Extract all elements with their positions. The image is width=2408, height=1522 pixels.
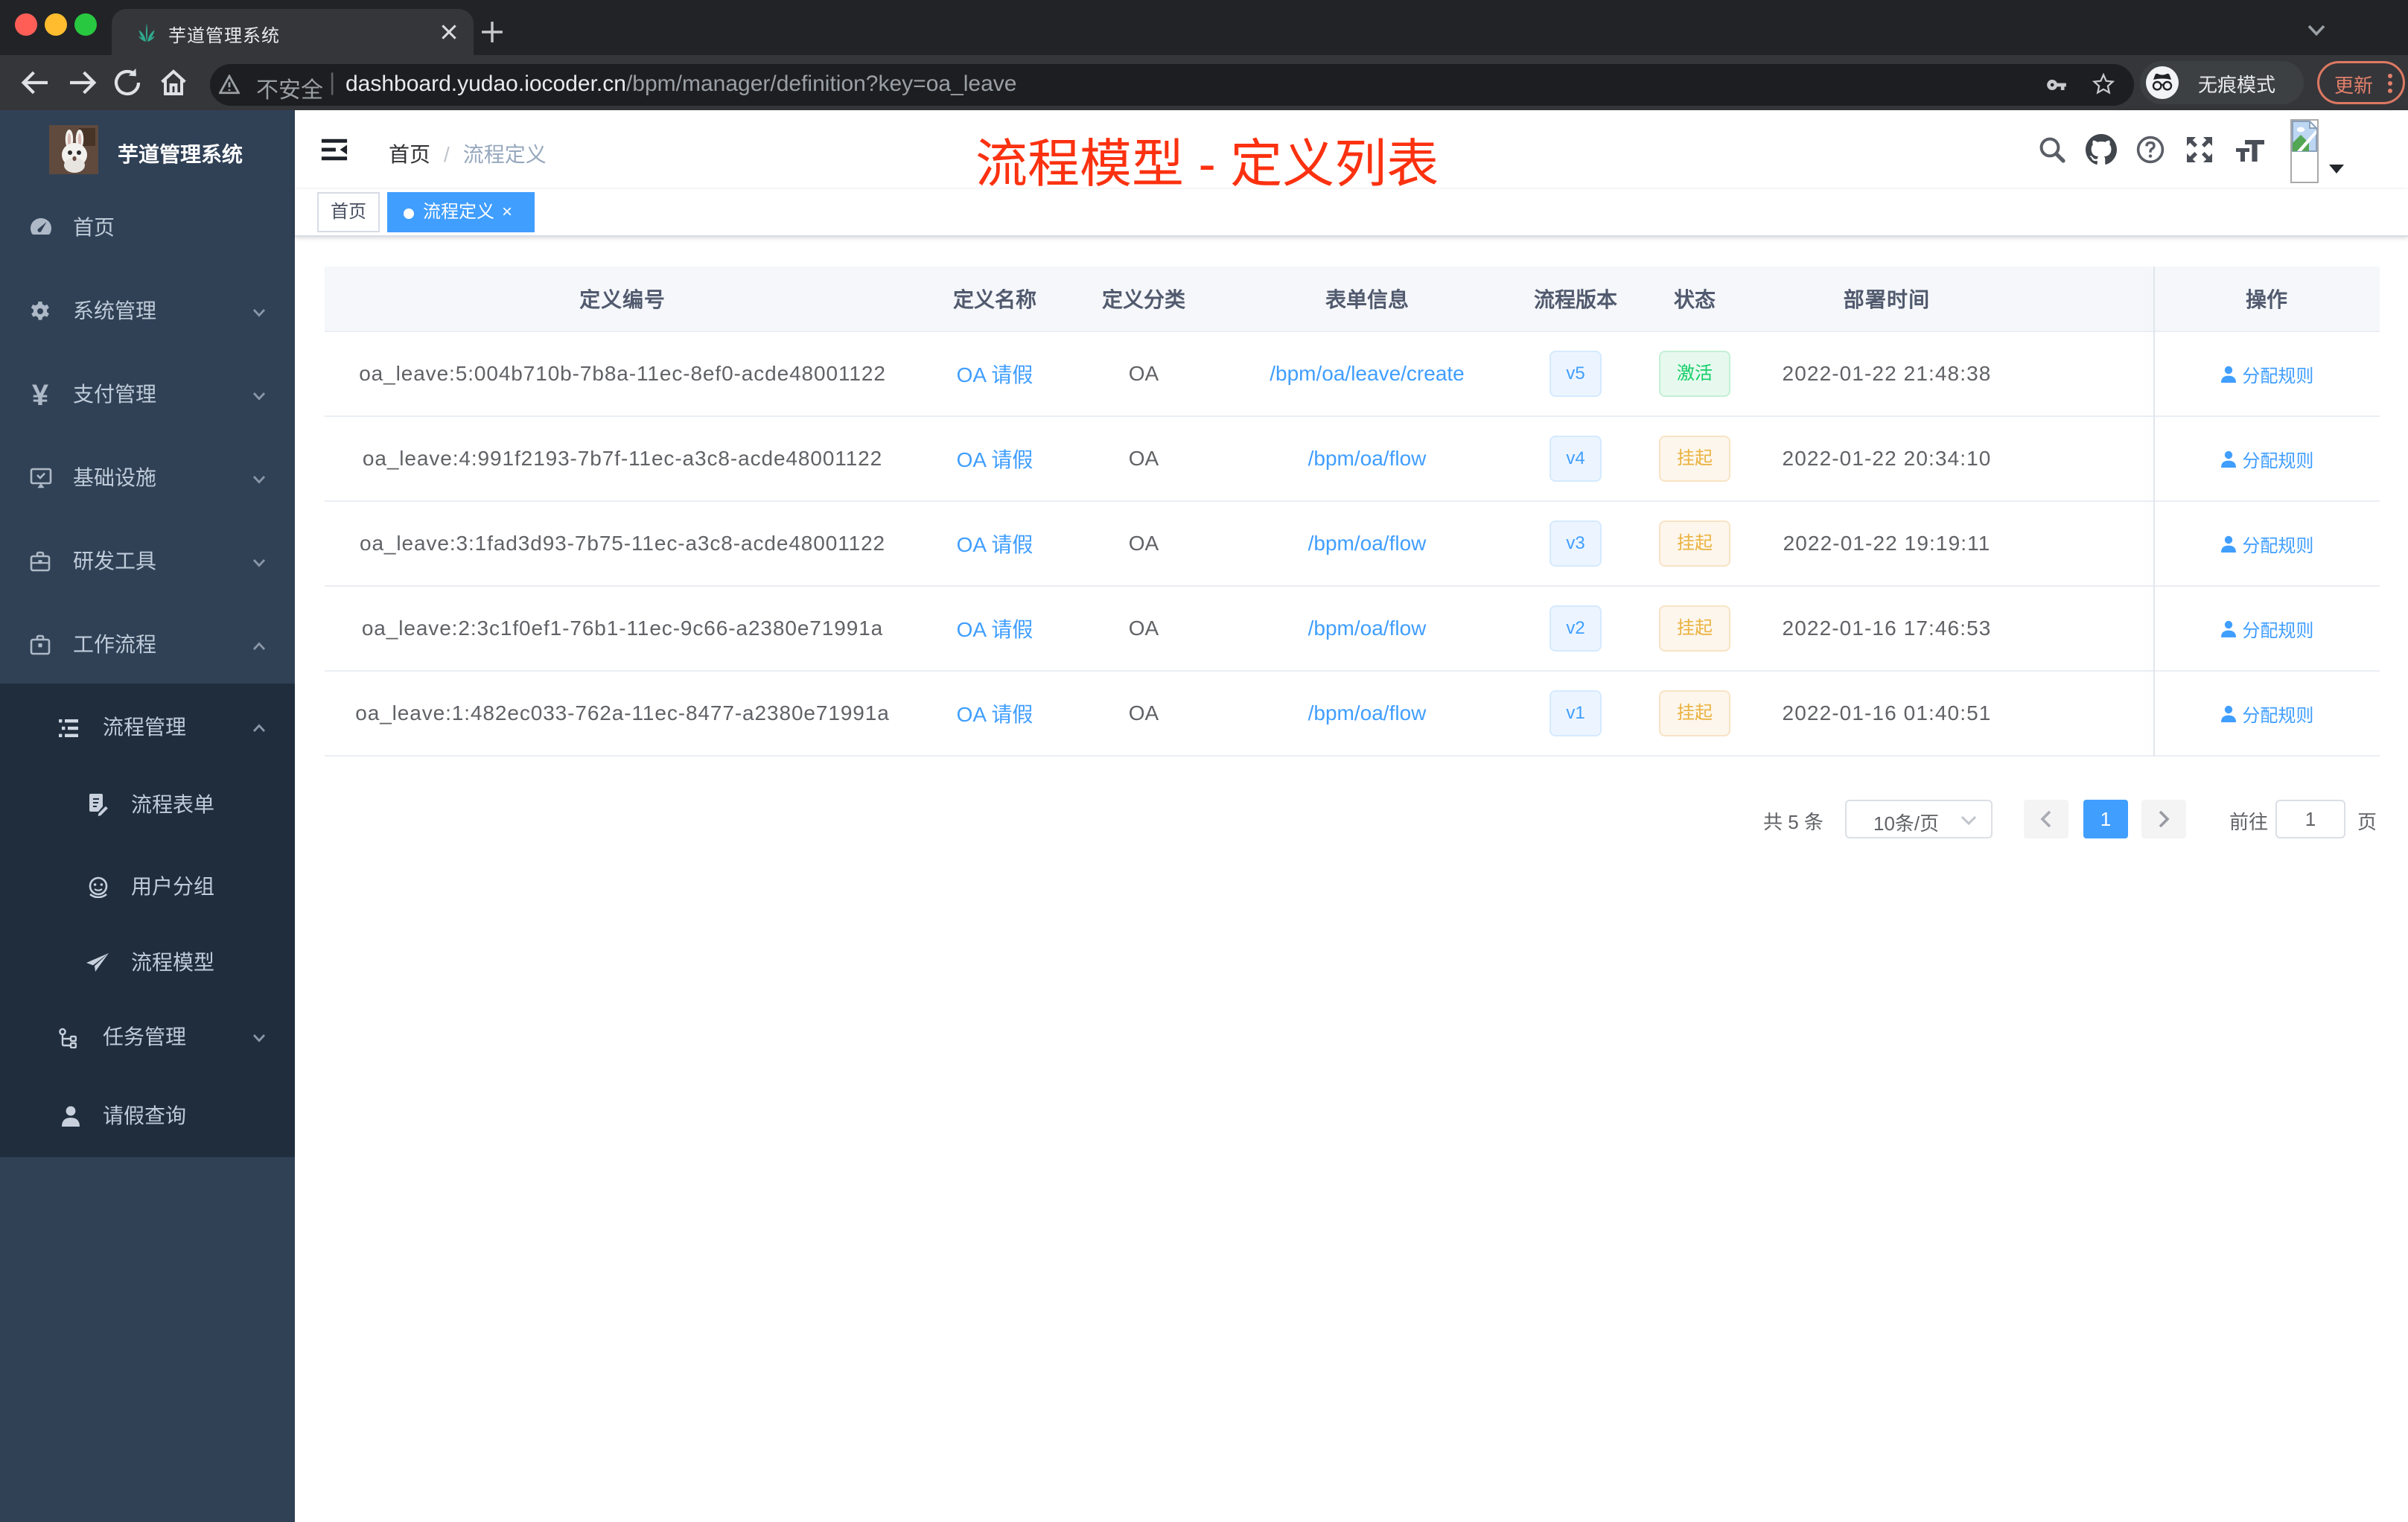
svg-text:¥: ¥ [32,379,49,412]
